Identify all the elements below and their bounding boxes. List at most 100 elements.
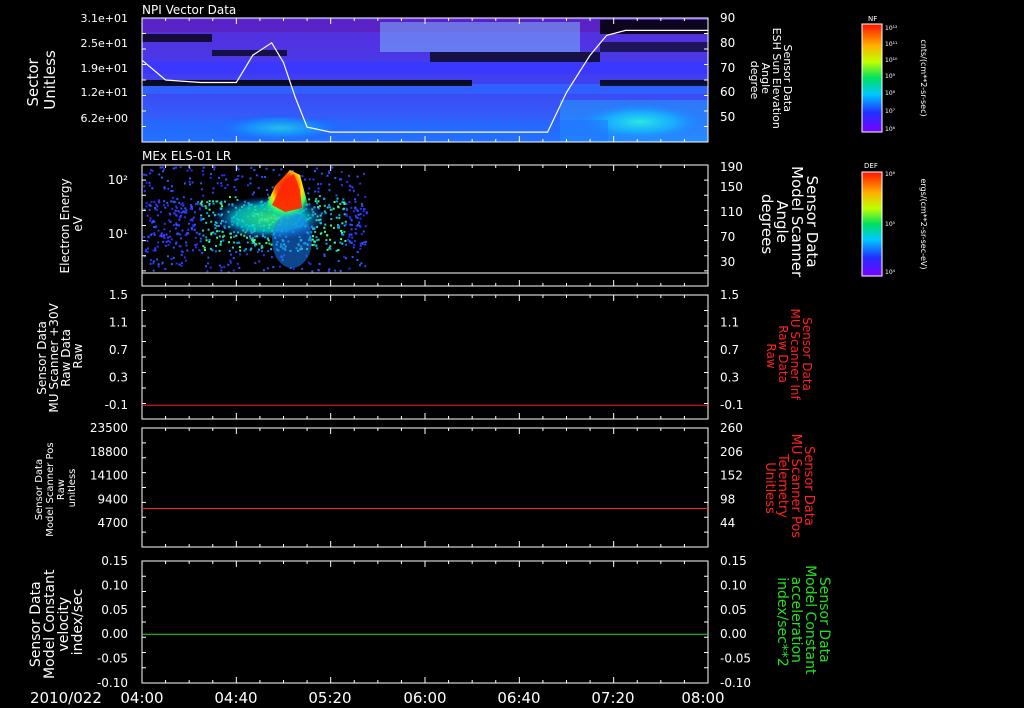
speckle-cell (221, 230, 224, 233)
left-tick-label: 6.2e+00 (81, 112, 128, 125)
speckle-cell (264, 176, 267, 178)
speckle-cell (348, 235, 351, 238)
panel-model-constant: 0.15 0.10 0.05 0.00 -0.05 -0.10 0.15 0.1… (28, 554, 832, 690)
speckle-cell (237, 175, 240, 177)
speckle-cell (225, 178, 228, 181)
speckle-cell (326, 206, 329, 209)
speckle-cell (175, 224, 178, 226)
speckle-cell (166, 201, 169, 204)
speckle-cell (216, 182, 219, 185)
speckle-cell (304, 178, 307, 181)
time-tick-label: 05:20 (308, 689, 351, 707)
speckle-cell (354, 207, 357, 210)
right-tick-label: 0.3 (720, 371, 739, 385)
speckle-cell (157, 199, 160, 202)
colorbar-tick-label: 10⁸ (885, 90, 896, 97)
speckle-cell (234, 178, 237, 181)
speckle-cell (360, 262, 363, 265)
right-tick-label: 44 (720, 516, 735, 530)
speckle-cell (330, 208, 333, 211)
speckle-cell (153, 226, 156, 228)
y-axis-label-line: eV (71, 215, 85, 231)
speckle-cell (356, 259, 359, 261)
speckle-cell (177, 223, 180, 226)
speckle-cell (218, 264, 221, 267)
left-tick-label: 0.10 (101, 578, 128, 592)
speckle-cell (313, 240, 316, 243)
colorbar-nf: NF 10¹² 10¹¹ 10¹⁰ 10⁹ 10⁸ 10⁷ 10⁶ cnts/(… (861, 15, 928, 133)
speckle-cell (207, 228, 210, 231)
speckle-cell (189, 177, 191, 180)
speckle-cell (149, 259, 152, 261)
time-tick-label: 04:00 (120, 689, 163, 707)
y-axis-label-line: Raw (56, 479, 67, 500)
left-tick-label: 0.05 (101, 603, 128, 617)
speckle-cell (361, 204, 364, 207)
left-tick-label: 0.00 (101, 627, 128, 641)
chart-canvas: NPI Vector Data 3.1e+01 2.5e+01 1.9e+01 (24, 3, 928, 707)
speckle-cell (329, 245, 332, 248)
speckle-cell (208, 240, 211, 243)
colorbar-tick-label: 10⁶ (885, 171, 896, 178)
speckle-cell (187, 222, 190, 225)
speckle-cell (179, 166, 182, 169)
speckle-cell (189, 183, 192, 186)
speckle-cell (345, 243, 348, 246)
speckle-cell (180, 264, 183, 267)
speckle-cell (215, 245, 217, 247)
speckle-cell (355, 232, 358, 235)
time-tick-label: 06:40 (497, 689, 540, 707)
speckle-cell (315, 244, 318, 247)
speckle-cell (202, 194, 205, 197)
speckle-cell (218, 230, 221, 233)
speckle-cell (364, 195, 367, 198)
speckle-cell (232, 257, 235, 260)
speckle-cell (348, 267, 351, 270)
speckle-cell (147, 235, 150, 238)
speckle-cell (230, 236, 232, 239)
speckle-cell (202, 173, 205, 176)
speckle-cell (149, 262, 152, 265)
speckle-cell (307, 192, 310, 195)
speckle-cell (219, 202, 222, 204)
speckle-cell (187, 232, 190, 235)
speckle-cell (315, 167, 318, 170)
right-axis-label: Sensor Data Model Constant acceleration … (774, 565, 832, 679)
speckle-cell (341, 242, 344, 245)
speckle-cell (308, 198, 310, 201)
speckle-cell (361, 242, 364, 245)
speckle-cell (195, 243, 198, 246)
speckle-cell (342, 208, 345, 211)
speckle-cell (233, 235, 236, 238)
speckle-cell (316, 202, 319, 205)
time-tick-label: 06:00 (403, 689, 446, 707)
speckle-cell (359, 225, 362, 228)
speckle-cell (238, 253, 241, 256)
axis-ticks (141, 427, 709, 548)
speckle-cell (329, 238, 332, 241)
speckle-cell (157, 229, 160, 232)
speckle-cell (218, 235, 221, 238)
speckle-cell (351, 236, 354, 239)
speckle-cell (158, 173, 161, 176)
speckle-cell (340, 171, 343, 173)
speckle-cell (214, 250, 217, 253)
speckle-cell (354, 240, 357, 243)
speckle-cell (272, 266, 275, 269)
speckle-cell (175, 262, 178, 265)
speckle-cell (145, 205, 148, 208)
speckle-cell (329, 248, 332, 251)
speckle-cell (178, 218, 181, 221)
speckle-cell (164, 268, 167, 270)
speckle-cell (335, 194, 338, 197)
speckle-cell (162, 235, 165, 238)
speckle-cell (223, 266, 226, 269)
speckle-cell (360, 233, 363, 236)
y-axis-label: Sector Unitless (24, 50, 59, 110)
speckle-cell (182, 204, 185, 207)
speckle-cell (317, 183, 320, 186)
speckle-cell (170, 238, 173, 241)
speckle-cell (235, 188, 238, 191)
speckle-cell (331, 166, 334, 169)
speckle-cell (343, 201, 346, 204)
